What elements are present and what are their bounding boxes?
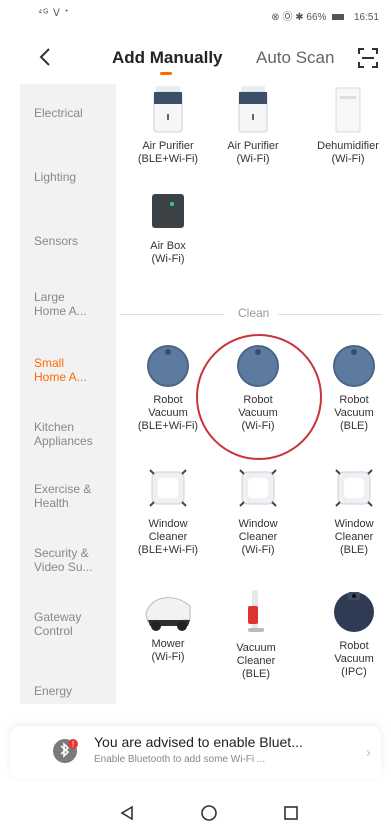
device-window-cleaner-wifi[interactable]: Window Cleaner (Wi-Fi) — [216, 464, 300, 557]
system-navigation-bar — [0, 790, 391, 838]
sidebar-item-security-video[interactable]: Security & Video Su... — [34, 546, 100, 574]
device-label: Window Cleaner (BLE+Wi-Fi) — [137, 518, 199, 556]
nav-recents-icon[interactable] — [282, 804, 300, 822]
air-purifier-icon — [153, 86, 183, 133]
window-cleaner-icon — [335, 469, 373, 507]
device-label: Window Cleaner (BLE) — [334, 518, 374, 556]
battery-icon — [332, 14, 345, 20]
device-dehumidifier-wifi[interactable]: Dehumidifier (Wi-Fi) — [306, 86, 390, 166]
device-label: Dehumidifier (Wi-Fi) — [317, 140, 379, 165]
sidebar-item-exercise-health[interactable]: Exercise & Health — [34, 482, 94, 510]
back-icon[interactable] — [34, 44, 58, 70]
section-label: Clean — [238, 306, 270, 320]
active-tab-indicator — [160, 72, 172, 75]
signal-indicators: ⁴ᴳ ᐯ ᐩ — [38, 8, 70, 19]
device-label: Vacuum Cleaner (BLE) — [236, 642, 276, 680]
sidebar-item-electrical[interactable]: Electrical — [34, 106, 114, 120]
bluetooth-prompt-subtitle: Enable Bluetooth to add some Wi-Fi ... — [94, 754, 266, 765]
bluetooth-prompt-title: You are advised to enable Bluet... — [94, 734, 303, 750]
window-cleaner-icon — [239, 469, 277, 507]
sidebar-item-gateway-control[interactable]: Gateway Control — [34, 610, 94, 638]
category-sidebar: Electrical Lighting Sensors Large Home A… — [20, 84, 116, 704]
device-air-purifier-ble-wifi[interactable]: Air Purifier (BLE+Wi-Fi) — [126, 86, 210, 166]
device-vacuum-cleaner-ble[interactable]: Vacuum Cleaner (BLE) — [214, 586, 298, 681]
nav-back-icon[interactable] — [118, 804, 136, 822]
sidebar-item-large-home-appliances[interactable]: Large Home A... — [34, 290, 94, 318]
nav-home-icon[interactable] — [200, 804, 218, 822]
robot-vacuum-icon — [147, 345, 189, 387]
window-cleaner-icon — [149, 469, 187, 507]
device-label: Robot Vacuum (IPC) — [334, 640, 374, 678]
sidebar-item-energy[interactable]: Energy — [34, 684, 114, 698]
device-air-purifier-wifi[interactable]: Air Purifier (Wi-Fi) — [211, 86, 295, 166]
divider-line — [120, 314, 224, 315]
device-label: Air Box (Wi-Fi) — [150, 240, 186, 265]
robot-vacuum-icon — [333, 345, 375, 387]
alert-badge: ! — [72, 740, 74, 749]
bluetooth-prompt[interactable]: ! You are advised to enable Bluet... Ena… — [10, 726, 381, 778]
tab-add-manually[interactable]: Add Manually — [112, 48, 223, 68]
sidebar-item-lighting[interactable]: Lighting — [34, 170, 114, 184]
header: Add Manually Auto Scan — [0, 36, 391, 80]
dehumidifier-icon — [335, 87, 361, 133]
device-label: Robot Vacuum (BLE) — [334, 394, 374, 432]
air-purifier-icon — [238, 86, 268, 133]
sidebar-item-small-home-appliances[interactable]: Small Home A... — [34, 356, 94, 384]
sidebar-item-sensors[interactable]: Sensors — [34, 234, 114, 248]
bluetooth-icon: ! — [53, 739, 78, 763]
air-box-icon — [152, 194, 184, 228]
status-icons-text: ⊗ Ⓞ ✱ 66% — [271, 12, 327, 23]
device-label: Mower (Wi-Fi) — [151, 638, 185, 663]
scan-icon[interactable] — [356, 46, 380, 70]
tab-auto-scan[interactable]: Auto Scan — [256, 48, 334, 68]
highlight-circle — [196, 334, 322, 460]
status-icons: ⊗ Ⓞ ✱ 66% 16:51 — [271, 8, 379, 23]
device-robot-vacuum-ble[interactable]: Robot Vacuum (BLE) — [312, 344, 391, 433]
device-window-cleaner-ble[interactable]: Window Cleaner (BLE) — [312, 464, 391, 557]
status-bar: ⁴ᴳ ᐯ ᐩ ⊗ Ⓞ ✱ 66% 16:51 — [0, 0, 391, 28]
device-window-cleaner-ble-wifi[interactable]: Window Cleaner (BLE+Wi-Fi) — [126, 464, 210, 557]
divider-line — [278, 314, 382, 315]
chevron-right-icon: › — [366, 744, 371, 760]
robot-vacuum-ipc-icon — [334, 592, 374, 632]
status-time: 16:51 — [353, 12, 379, 23]
device-label: Air Purifier (Wi-Fi) — [227, 140, 279, 165]
device-robot-vacuum-ipc[interactable]: Robot Vacuum (IPC) — [312, 586, 391, 679]
device-label: Window Cleaner (Wi-Fi) — [238, 518, 278, 556]
device-air-box-wifi[interactable]: Air Box (Wi-Fi) — [126, 190, 210, 266]
section-divider-clean: Clean — [120, 306, 382, 322]
device-mower-wifi[interactable]: Mower (Wi-Fi) — [126, 586, 210, 664]
vacuum-cleaner-icon — [248, 590, 264, 632]
device-label: Air Purifier (BLE+Wi-Fi) — [137, 140, 199, 165]
sidebar-item-kitchen-appliances[interactable]: Kitchen Appliances — [34, 420, 104, 448]
mower-icon — [145, 597, 191, 631]
